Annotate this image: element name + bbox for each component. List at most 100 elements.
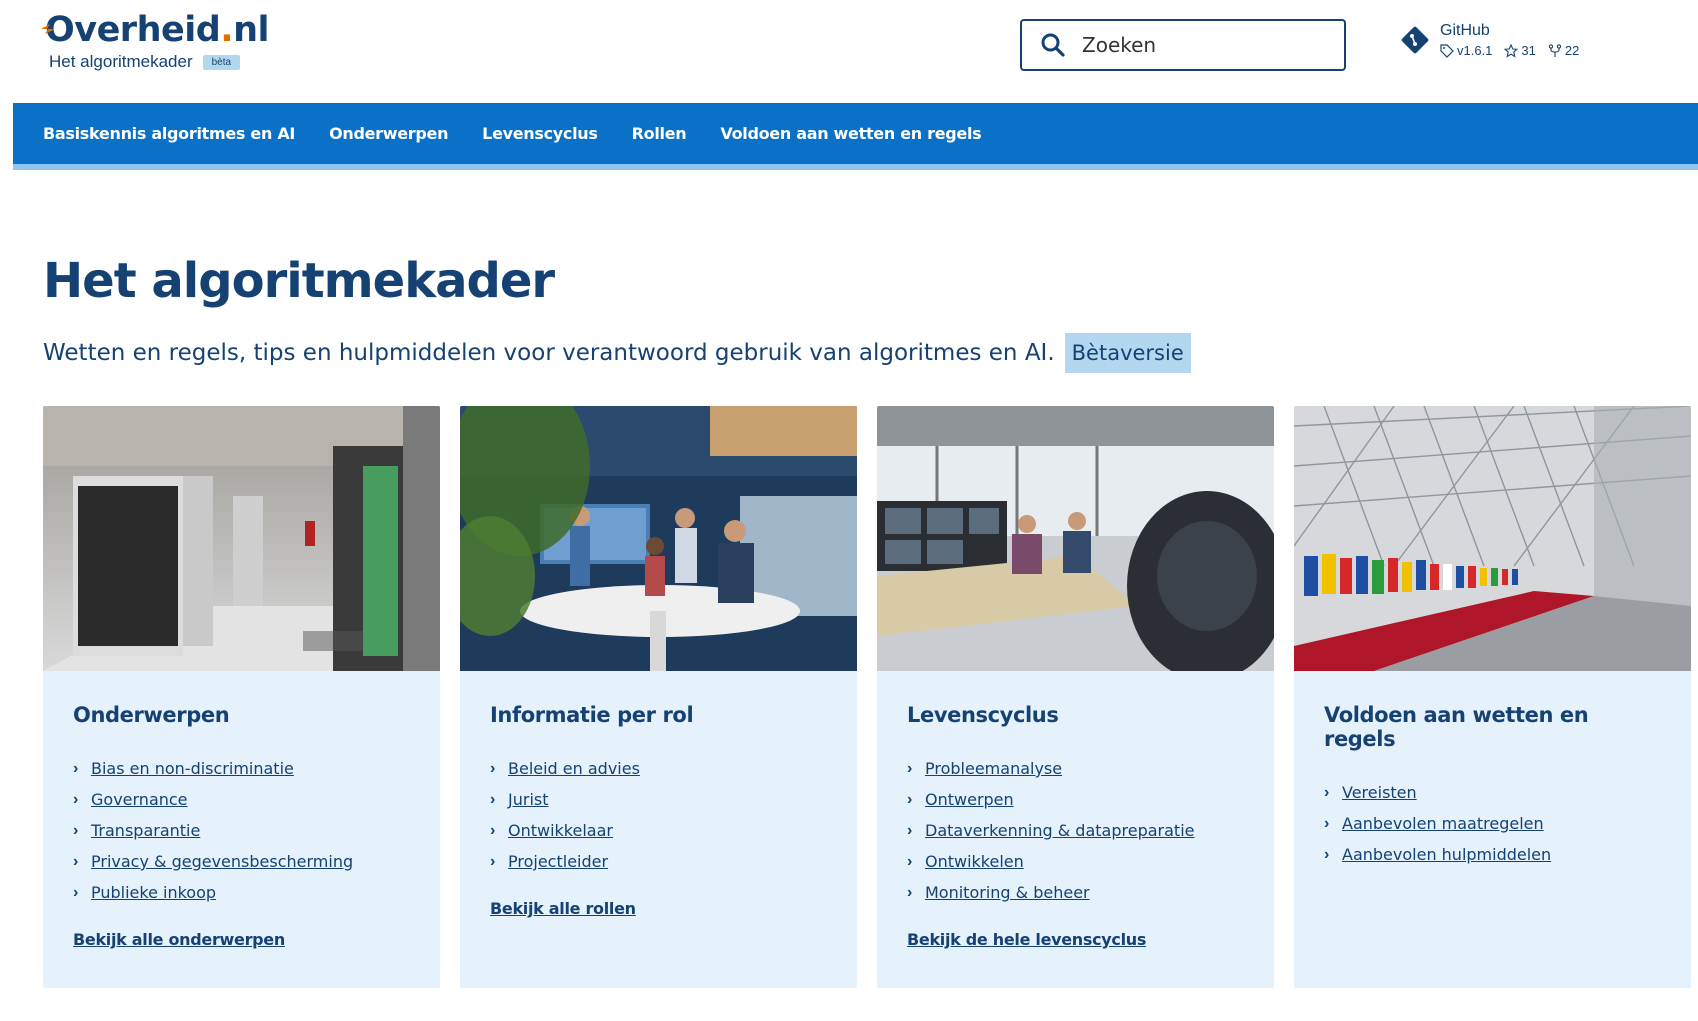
flags-hall-image[interactable] <box>1294 406 1691 671</box>
chevron-right-icon: › <box>1324 845 1330 863</box>
card-body: Levenscyclus › Probleemanalyse › Ontwerpen… <box>877 671 1274 950</box>
card-link[interactable]: Ontwikkelaar <box>508 821 613 840</box>
github-version-text: v1.6.1 <box>1457 43 1493 58</box>
card-informatie-per-rol: Informatie per rol › Beleid en advies › Ju… <box>460 406 857 988</box>
card-link[interactable]: Bias en non-discriminatie <box>91 759 294 778</box>
card-link[interactable]: Probleemanalyse <box>925 759 1062 778</box>
chevron-right-icon: › <box>907 759 913 777</box>
office-meeting-image[interactable] <box>460 406 857 671</box>
list-item: › Publieke inkoop <box>73 877 410 908</box>
list-item: › Transparantie <box>73 815 410 846</box>
git-icon <box>1401 26 1429 54</box>
list-item: › Governance <box>73 784 410 815</box>
card-link[interactable]: Vereisten <box>1342 783 1417 802</box>
page: Overheid . nl Het algoritmekader bèta Zo… <box>13 0 1698 1021</box>
main-nav: Basiskennis algoritmes en AI Onderwerpen… <box>13 103 1698 170</box>
card-title: Voldoen aan wetten en regels <box>1324 703 1589 751</box>
search-icon <box>1041 33 1065 57</box>
card-link[interactable]: Jurist <box>508 790 549 809</box>
card-link[interactable]: Dataverkenning & datapreparatie <box>925 821 1194 840</box>
card-link[interactable]: Ontwerpen <box>925 790 1014 809</box>
chevron-right-icon: › <box>907 852 913 870</box>
nav-item-rollen[interactable]: Rollen <box>632 124 687 143</box>
list-item: › Projectleider <box>490 846 827 877</box>
beta-version-badge: Bètaversie <box>1064 333 1191 373</box>
card-link[interactable]: Beleid en advies <box>508 759 640 778</box>
card-link[interactable]: Monitoring & beheer <box>925 883 1090 902</box>
github-stars: 31 <box>1504 43 1536 58</box>
control-room-image[interactable] <box>877 406 1274 671</box>
card-link[interactable]: Privacy & gegevensbescherming <box>91 852 353 871</box>
chevron-right-icon: › <box>73 821 79 839</box>
card-link-list: › Probleemanalyse › Ontwerpen › Dataverkenn… <box>907 753 1244 908</box>
github-stars-text: 31 <box>1521 43 1536 58</box>
view-all-onderwerpen-link[interactable]: Bekijk alle onderwerpen <box>73 930 285 949</box>
card-link[interactable]: Governance <box>91 790 188 809</box>
nav-item-wetten-en-regels[interactable]: Voldoen aan wetten en regels <box>720 124 981 143</box>
page-title: Het algoritmekader <box>43 253 555 309</box>
list-item: › Vereisten <box>1324 777 1661 808</box>
card-link-list: › Bias en non-discriminatie › Governance ›… <box>73 753 410 908</box>
chevron-right-icon: › <box>490 759 496 777</box>
card-title: Levenscyclus <box>907 703 1059 727</box>
star-icon <box>1504 43 1519 58</box>
card-link[interactable]: Transparantie <box>91 821 200 840</box>
chevron-right-icon: › <box>73 852 79 870</box>
list-item: › Privacy & gegevensbescherming <box>73 846 410 877</box>
subtitle-text: Wetten en regels, tips en hulpmiddelen v… <box>43 340 1055 366</box>
card-wetten-en-regels: Voldoen aan wetten en regels › Vereisten … <box>1294 406 1691 988</box>
list-item: › Aanbevolen hulpmiddelen <box>1324 839 1661 870</box>
chevron-right-icon: › <box>907 821 913 839</box>
datacenter-image[interactable] <box>43 406 440 671</box>
card-link[interactable]: Ontwikkelen <box>925 852 1024 871</box>
page-subtitle: Wetten en regels, tips en hulpmiddelen v… <box>43 333 1191 373</box>
nav-item-basiskennis[interactable]: Basiskennis algoritmes en AI <box>43 124 295 143</box>
github-info: GitHub v1.6.1 31 22 <box>1440 22 1579 58</box>
beta-badge: bèta <box>202 54 241 70</box>
nav-item-levenscyclus[interactable]: Levenscyclus <box>482 124 598 143</box>
chevron-right-icon: › <box>1324 783 1330 801</box>
header: Overheid . nl Het algoritmekader bèta Zo… <box>13 0 1698 103</box>
chevron-right-icon: › <box>490 821 496 839</box>
list-item: › Ontwikkelaar <box>490 815 827 846</box>
logo-subtitle: Het algoritmekader bèta <box>49 52 269 72</box>
tag-icon <box>1440 43 1454 58</box>
list-item: › Ontwerpen <box>907 784 1244 815</box>
list-item: › Probleemanalyse <box>907 753 1244 784</box>
logo-dot: . <box>220 10 234 50</box>
list-item: › Jurist <box>490 784 827 815</box>
card-body: Onderwerpen › Bias en non-discriminatie ›… <box>43 671 440 950</box>
card-onderwerpen: Onderwerpen › Bias en non-discriminatie ›… <box>43 406 440 988</box>
nav-item-onderwerpen[interactable]: Onderwerpen <box>329 124 448 143</box>
search-input[interactable] <box>1082 33 1322 57</box>
chevron-right-icon: › <box>1324 814 1330 832</box>
card-link[interactable]: Aanbevolen maatregelen <box>1342 814 1544 833</box>
view-all-rollen-link[interactable]: Bekijk alle rollen <box>490 899 636 918</box>
card-body: Voldoen aan wetten en regels › Vereisten … <box>1294 671 1691 870</box>
list-item: › Monitoring & beheer <box>907 877 1244 908</box>
card-link[interactable]: Publieke inkoop <box>91 883 216 902</box>
chevron-right-icon: › <box>490 790 496 808</box>
github-version: v1.6.1 <box>1440 43 1492 58</box>
logo-subtitle-text: Het algoritmekader <box>49 52 193 71</box>
view-levenscyclus-link[interactable]: Bekijk de hele levenscyclus <box>907 930 1146 949</box>
card-link[interactable]: Aanbevolen hulpmiddelen <box>1342 845 1551 864</box>
card-link[interactable]: Projectleider <box>508 852 608 871</box>
chevron-right-icon: › <box>490 852 496 870</box>
card-levenscyclus: Levenscyclus › Probleemanalyse › Ontwerpen… <box>877 406 1274 988</box>
list-item: › Dataverkenning & datapreparatie <box>907 815 1244 846</box>
list-item: › Beleid en advies <box>490 753 827 784</box>
card-link-list: › Vereisten › Aanbevolen maatregelen › Aanb… <box>1324 777 1661 870</box>
chevron-right-icon: › <box>73 759 79 777</box>
chevron-right-icon: › <box>907 790 913 808</box>
logo-wordmark: Overheid . nl <box>41 10 269 50</box>
search-box[interactable] <box>1020 19 1346 71</box>
card-body: Informatie per rol › Beleid en advies › Ju… <box>460 671 857 919</box>
github-forks: 22 <box>1548 43 1579 58</box>
card-title: Onderwerpen <box>73 703 230 727</box>
chevron-right-icon: › <box>73 790 79 808</box>
site-logo[interactable]: Overheid . nl Het algoritmekader bèta <box>41 10 269 72</box>
logo-o: Overheid <box>41 10 221 50</box>
list-item: › Bias en non-discriminatie <box>73 753 410 784</box>
github-link[interactable]: GitHub v1.6.1 31 22 <box>1400 22 1579 58</box>
